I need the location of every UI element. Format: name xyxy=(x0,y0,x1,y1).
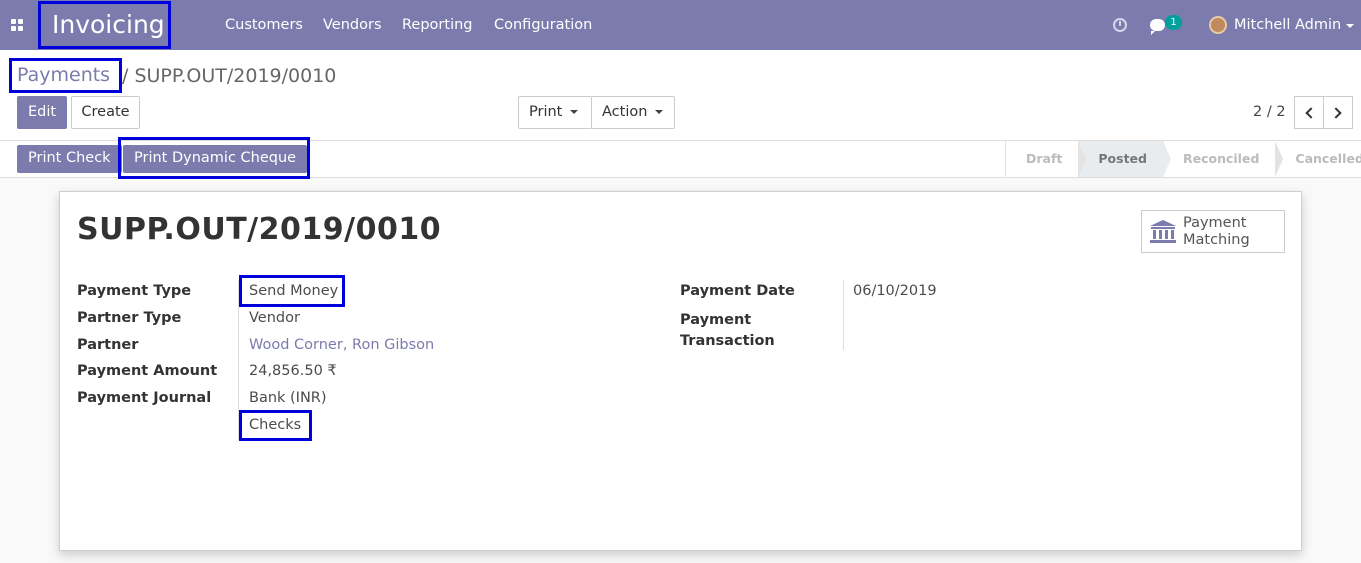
left-group-divider xyxy=(238,280,239,440)
stage-posted: Posted xyxy=(1078,141,1171,177)
create-button[interactable]: Create xyxy=(71,96,140,129)
chevron-down-icon xyxy=(570,110,579,114)
payment-date-label: Payment Date xyxy=(680,283,795,299)
payment-method-highlight xyxy=(239,410,312,441)
main-navbar: Invoicing Customers Vendors Reporting Co… xyxy=(0,0,1361,50)
payment-journal-value: Bank (INR) xyxy=(249,390,327,406)
payment-amount-value: 24,856.50 ₹ xyxy=(249,363,337,379)
record-title: SUPP.OUT/2019/0010 xyxy=(77,212,442,247)
action-dropdown[interactable]: Action xyxy=(591,96,675,129)
activity-clock-icon[interactable] xyxy=(1113,18,1127,32)
print-dropdown-label: Print xyxy=(529,104,563,120)
menu-vendors[interactable]: Vendors xyxy=(323,0,382,50)
partner-type-label: Partner Type xyxy=(77,310,182,326)
pager-value: 2 / 2 xyxy=(1253,104,1286,120)
payment-date-value: 06/10/2019 xyxy=(853,283,937,299)
pager-previous-button[interactable] xyxy=(1294,96,1324,129)
pager-next-button[interactable] xyxy=(1323,96,1353,129)
messages-count-badge: 1 xyxy=(1165,15,1182,30)
action-dropdown-label: Action xyxy=(602,104,648,120)
menu-customers[interactable]: Customers xyxy=(225,0,303,50)
breadcrumb-payments-link[interactable]: Payments xyxy=(9,58,122,93)
stage-reconciled: Reconciled xyxy=(1163,141,1284,177)
print-check-button[interactable]: Print Check xyxy=(17,145,122,173)
print-dropdown[interactable]: Print xyxy=(518,96,592,129)
bank-icon xyxy=(1150,220,1176,243)
app-name[interactable]: Invoicing xyxy=(38,1,171,49)
user-menu-name[interactable]: Mitchell Admin xyxy=(1234,0,1341,50)
partner-label: Partner xyxy=(77,337,139,353)
partner-type-value: Vendor xyxy=(249,310,300,326)
partner-link[interactable]: Wood Corner, Ron Gibson xyxy=(249,337,434,353)
stage-draft: Draft xyxy=(1006,141,1087,177)
menu-configuration[interactable]: Configuration xyxy=(494,0,592,50)
payment-journal-label: Payment Journal xyxy=(77,390,212,406)
status-stages: Draft Posted Reconciled Cancelled xyxy=(1005,141,1361,178)
edit-button[interactable]: Edit xyxy=(17,96,67,129)
stage-cancelled: Cancelled xyxy=(1295,151,1361,166)
user-avatar[interactable] xyxy=(1209,16,1227,34)
payment-matching-label: Payment Matching xyxy=(1183,215,1250,248)
print-dynamic-cheque-highlight xyxy=(118,137,310,179)
messages-icon[interactable] xyxy=(1150,19,1165,35)
user-menu-caret-icon[interactable] xyxy=(1346,24,1354,28)
apps-menu-icon[interactable] xyxy=(11,19,23,31)
payment-matching-button[interactable]: Payment Matching xyxy=(1141,210,1285,253)
breadcrumb-current: / SUPP.OUT/2019/0010 xyxy=(122,65,337,87)
chevron-down-icon xyxy=(655,110,664,114)
payment-amount-label: Payment Amount xyxy=(77,363,218,379)
payment-type-highlight xyxy=(239,275,345,307)
right-group-divider xyxy=(843,280,844,350)
menu-reporting[interactable]: Reporting xyxy=(402,0,473,50)
payment-transaction-label: Payment Transaction xyxy=(680,312,775,349)
payment-type-label: Payment Type xyxy=(77,283,192,299)
chevron-right-icon xyxy=(1330,107,1342,119)
chevron-left-icon xyxy=(1305,107,1317,119)
